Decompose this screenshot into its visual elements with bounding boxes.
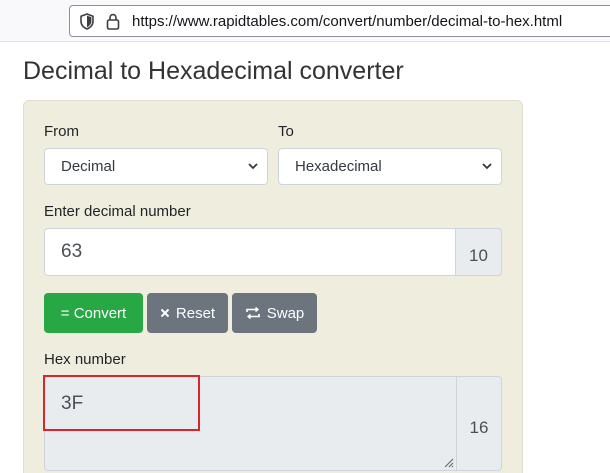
chevron-down-icon xyxy=(248,163,258,170)
lock-icon[interactable] xyxy=(103,11,123,31)
output-base-badge: 16 xyxy=(457,376,502,471)
url-text[interactable]: https://www.rapidtables.com/convert/numb… xyxy=(132,13,562,30)
chevron-down-icon xyxy=(482,163,492,170)
result-highlight-box xyxy=(43,375,200,431)
address-bar[interactable]: https://www.rapidtables.com/convert/numb… xyxy=(69,5,610,37)
shield-icon[interactable] xyxy=(77,11,97,31)
browser-toolbar: https://www.rapidtables.com/convert/numb… xyxy=(0,0,610,42)
decimal-input[interactable]: 63 xyxy=(44,228,456,276)
decimal-input-value: 63 xyxy=(61,241,83,262)
to-label: To xyxy=(278,123,294,140)
to-select[interactable]: Hexadecimal xyxy=(278,148,502,185)
swap-button-label: Swap xyxy=(266,304,305,322)
from-select-value: Decimal xyxy=(61,158,116,175)
reset-button-label: Reset xyxy=(175,304,216,322)
close-icon xyxy=(160,308,170,318)
reset-button[interactable]: Reset xyxy=(147,293,228,333)
decimal-input-group: 63 10 xyxy=(44,228,502,276)
page-title: Decimal to Hexadecimal converter xyxy=(23,57,404,85)
input-base-badge: 10 xyxy=(456,228,502,276)
from-label: From xyxy=(44,123,79,140)
from-select[interactable]: Decimal xyxy=(44,148,268,185)
swap-arrows-icon xyxy=(245,306,260,320)
swap-button[interactable]: Swap xyxy=(232,293,317,333)
input-label: Enter decimal number xyxy=(44,203,191,220)
to-select-value: Hexadecimal xyxy=(295,158,382,175)
output-label: Hex number xyxy=(44,351,126,368)
convert-button[interactable]: = Convert xyxy=(44,293,143,333)
resize-grip-icon[interactable] xyxy=(442,456,454,468)
convert-button-label: = Convert xyxy=(60,304,127,322)
